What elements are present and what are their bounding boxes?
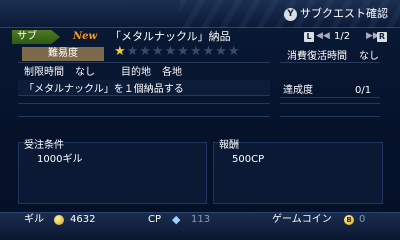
star-empty-icon: ★ <box>126 44 140 59</box>
progress-value: 0/1 <box>355 85 372 96</box>
star-empty-icon: ★ <box>189 44 203 59</box>
divider <box>280 62 380 63</box>
star-filled-icon: ★ <box>114 44 127 59</box>
difficulty-stars: ★★★★★★★★★★ <box>114 44 241 59</box>
conditions-label: 受注条件 <box>24 140 64 151</box>
new-badge: New <box>73 31 98 42</box>
divider <box>18 116 270 117</box>
r-button-icon[interactable]: R <box>377 32 387 42</box>
l-button-icon[interactable]: L <box>304 32 314 42</box>
gil-label: ギル <box>24 214 44 225</box>
crystal-icon: ◆ <box>172 213 181 226</box>
divider <box>280 116 380 117</box>
star-empty-icon: ★ <box>151 44 165 59</box>
divider <box>18 62 270 63</box>
coin-icon <box>54 215 64 225</box>
sub-quest-tab: サブ <box>12 30 60 44</box>
conditions-value: 1000ギル <box>37 154 83 165</box>
quest-detail-screen: Y サブクエスト確認 サブ New 「メタルナックル」納品 L ◀◀ 1/2 ▶… <box>0 0 400 240</box>
game-coin-value: 0 <box>359 214 366 225</box>
game-coin-icon: B <box>344 215 354 225</box>
game-coin-label: ゲームコイン <box>272 214 332 225</box>
divider <box>18 103 270 104</box>
destination-value: 各地 <box>162 67 182 78</box>
quest-title: 「メタルナックル」納品 <box>110 30 231 43</box>
star-empty-icon: ★ <box>139 44 152 59</box>
divider <box>280 97 380 98</box>
cp-label: CP <box>148 214 162 225</box>
y-button-icon[interactable]: Y <box>284 8 297 21</box>
screen-title: サブクエスト確認 <box>300 7 388 20</box>
cp-value: 113 <box>191 214 211 225</box>
reward-label: 報酬 <box>219 140 239 151</box>
star-empty-icon: ★ <box>227 44 241 59</box>
divider <box>280 103 380 104</box>
star-empty-icon: ★ <box>177 44 190 59</box>
star-empty-icon: ★ <box>215 44 228 59</box>
star-empty-icon: ★ <box>202 44 216 59</box>
star-empty-icon: ★ <box>164 44 178 59</box>
double-left-arrow-icon[interactable]: ◀◀ <box>316 31 330 41</box>
objective-text: 「メタルナックル」を１個納品する <box>24 84 184 95</box>
gil-value: 4632 <box>70 214 96 225</box>
reward-value: 500CP <box>232 154 265 165</box>
time-limit-label: 制限時間 <box>24 67 64 78</box>
progress-label: 達成度 <box>283 85 313 96</box>
destination-label: 目的地 <box>121 67 151 78</box>
page-indicator: 1/2 <box>334 31 351 42</box>
time-limit-value: なし <box>75 67 95 78</box>
difficulty-label: 難易度 <box>22 47 104 61</box>
